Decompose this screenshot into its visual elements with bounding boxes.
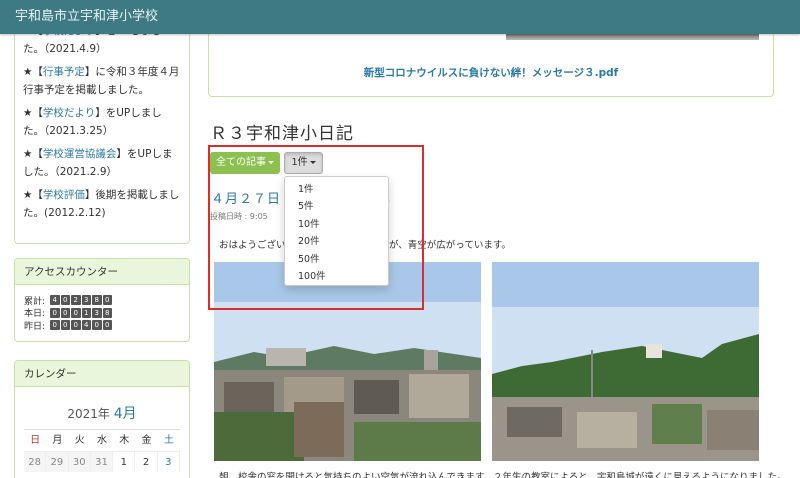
calendar-day[interactable]: 30 <box>68 451 91 472</box>
all-articles-button[interactable]: 全ての記事 <box>210 152 280 174</box>
news-link[interactable]: 学校評価 <box>43 189 85 201</box>
calendar-day[interactable]: 28 <box>24 451 47 472</box>
count-option[interactable]: 100件 <box>285 268 388 285</box>
item-count-dropdown: 1件 5件 10件 20件 50件 100件 <box>284 176 389 286</box>
item-count-button[interactable]: 1件 <box>284 152 323 174</box>
count-option[interactable]: 5件 <box>285 198 388 215</box>
photo-caption-right: ２年生の教室によると、宇和島城が遠くに見えるようになりました。 <box>493 472 787 478</box>
news-link[interactable]: 学校だより <box>43 107 95 119</box>
counter-total: 累計: 402380 <box>24 294 189 307</box>
news-item: ★【行事予定】に令和３年度４月行事予定を掲載しました。 <box>23 66 180 96</box>
access-counter-panel: アクセスカウンター 累計: 402380 本日: 000138 昨日: 0004… <box>14 258 190 342</box>
calendar-panel: カレンダー 2021年 4月 日 月 火 水 木 金 土 28 29 30 31… <box>14 360 190 478</box>
calendar-weekdays: 日 月 火 水 木 金 土 <box>30 435 174 446</box>
access-counter-title: アクセスカウンター <box>15 259 189 285</box>
count-option[interactable]: 10件 <box>285 216 388 233</box>
site-header: 宇和島市立宇和津小学校 <box>0 0 800 34</box>
photo-edge <box>506 34 759 40</box>
post-title[interactable]: ４月２７日 <box>211 188 281 207</box>
calendar-day[interactable]: 2 <box>135 451 158 472</box>
calendar-day[interactable]: 31 <box>90 451 114 472</box>
post-text-start: おはようござい <box>219 240 286 251</box>
caret-down-icon <box>268 160 274 164</box>
calendar-day[interactable]: 3 <box>157 451 180 472</box>
news-list: ★【学校だより】をUPしました。（2021.4.9） ★【行事予定】に令和３年度… <box>23 22 181 222</box>
calendar-month-label: 2021年 4月 <box>67 406 137 422</box>
count-option[interactable]: 1件 <box>285 181 388 198</box>
calendar-day[interactable]: 29 <box>46 451 69 472</box>
news-link[interactable]: 行事予定 <box>43 66 85 78</box>
pdf-link[interactable]: 新型コロナウイルスに負けない絆！メッセージ３.pdf <box>209 65 773 80</box>
post-text-end: が、青空が広がっています。 <box>389 240 511 251</box>
counter-today: 本日: 000138 <box>24 307 189 319</box>
site-title[interactable]: 宇和島市立宇和津小学校 <box>15 9 158 24</box>
photo-caption-left: 朝、校舎の窓を開けると気持ちのよい空気が流れ込んできます。 <box>219 472 484 478</box>
news-link[interactable]: 学校運営協議会 <box>43 148 117 160</box>
calendar-week-row: 28 29 30 31 1 2 3 <box>24 451 180 472</box>
news-item: ★【学校評価】後期を掲載しました。(2012.2.12) <box>23 189 180 219</box>
news-panel: ★【学校だより】をUPしました。（2021.4.9） ★【行事予定】に令和３年度… <box>14 0 190 244</box>
caret-down-icon <box>309 160 316 164</box>
calendar-day[interactable]: 1 <box>113 451 136 472</box>
post-photo-left[interactable] <box>214 262 481 461</box>
calendar-title: カレンダー <box>15 361 189 387</box>
count-option[interactable]: 50件 <box>285 251 388 268</box>
post-photo-right[interactable] <box>492 262 759 461</box>
blog-title: Ｒ３宇和津小日記 <box>210 124 354 144</box>
count-option[interactable]: 20件 <box>285 233 388 250</box>
post-date: 投稿日時 : 9:05 <box>210 212 268 221</box>
counter-yesterday: 昨日: 000400 <box>24 319 189 332</box>
calendar-grid: 日 月 火 水 木 金 土 28 29 30 31 1 2 3 <box>24 429 180 472</box>
news-item: ★【学校運営協議会】をUPしました。（2021.2.9） <box>23 148 173 178</box>
news-item: ★【学校だより】をUPしました。（2021.3.25） <box>23 107 162 137</box>
